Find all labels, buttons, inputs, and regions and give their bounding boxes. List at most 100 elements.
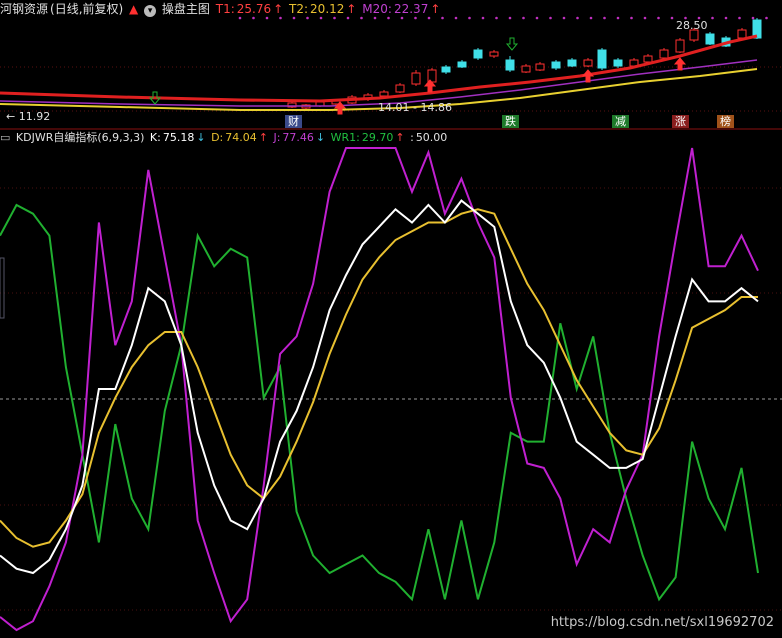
marker-tag[interactable]: 涨 [672, 115, 689, 128]
marker-tag[interactable]: 跌 [502, 115, 519, 128]
signal-dot [387, 16, 390, 20]
candle-body [489, 51, 499, 57]
candle-body [737, 29, 747, 39]
signal-dot [643, 16, 647, 20]
up-arrow-icon: ▲ [129, 2, 139, 16]
d-label: D: [211, 131, 224, 144]
marker-tag[interactable]: 榜 [717, 115, 734, 128]
main-indicator-label[interactable]: 操盘主图 [162, 2, 210, 16]
signal-dot [306, 16, 309, 20]
mid-value: 50.00 [415, 131, 448, 144]
signal-dot [765, 16, 768, 20]
candle-body [457, 61, 467, 68]
k-value: 75.18 [162, 131, 195, 144]
series-line-d [0, 208, 758, 548]
low-price-label: ← 11.92 [6, 110, 51, 123]
up-arrow-icon: ↑ [395, 131, 405, 144]
candle-body [473, 49, 483, 59]
low-price-value: 11.92 [18, 110, 51, 123]
k-label: K: [149, 131, 161, 144]
signal-dot [265, 16, 269, 20]
down-arrow-icon: ↓ [196, 131, 206, 144]
dropdown-icon[interactable]: ▭ [0, 131, 10, 144]
d-value: 74.04 [225, 131, 257, 144]
candle-body [613, 59, 623, 67]
indicator-series [0, 147, 759, 632]
candle-body [535, 63, 545, 71]
signal-dot [441, 16, 444, 20]
candle-body [567, 59, 577, 67]
candle-body [395, 84, 405, 93]
signal-dot [238, 16, 242, 20]
wr-value: 29.70 [361, 131, 394, 144]
settings-icon[interactable]: ▾ [144, 5, 157, 17]
signal-dot [549, 16, 552, 20]
candle-body [643, 55, 653, 63]
watermark: https://blog.csdn.net/sxl19692702 [550, 615, 774, 630]
candle-body [521, 65, 531, 73]
up-arrow-icon: ↑ [346, 2, 357, 16]
stock-title: 河钢资源 [0, 2, 49, 16]
candle-body [441, 66, 451, 73]
t2-value: 20.12 [310, 2, 345, 16]
ma-red-line [0, 34, 758, 103]
j-label: J: [273, 131, 281, 144]
signal-dot [670, 16, 674, 20]
signal-dot [454, 16, 458, 20]
up-arrow-icon: ↑ [430, 2, 441, 16]
t1-label: T1: [215, 2, 235, 16]
period-label: (日线,前复权) [50, 2, 124, 16]
signal-dot [603, 16, 606, 20]
j-value: 77.46 [282, 131, 314, 144]
indicator-name[interactable]: KDJWR自编指标(6,9,3,3) [16, 131, 145, 144]
signal-dot [346, 16, 350, 20]
signal-dot [414, 16, 417, 20]
candle-body [659, 49, 669, 59]
signal-dot [711, 16, 714, 20]
candle-body [705, 33, 715, 45]
candle-body [505, 59, 515, 71]
indicator-header: ▭ KDJWR自编指标(6,9,3,3) K: 75.18 ↓ D: 74.04 ↑ J… [0, 130, 449, 146]
main-header: 河钢资源 (日线,前复权) ▲ ▾ 操盘主图 T1: 25.76 ↑ T2: 20.12… [0, 1, 442, 17]
sell-arrow-icon [505, 37, 519, 51]
signal-dot [724, 16, 728, 20]
signal-dot [589, 16, 593, 20]
signal-dot [252, 16, 255, 20]
t1-value: 25.76 [236, 2, 272, 16]
signal-dot [468, 16, 471, 20]
signal-dot [751, 16, 755, 20]
up-arrow-icon: ↑ [258, 131, 268, 144]
signal-dot [333, 16, 336, 20]
signal-dot [373, 16, 377, 20]
signal-dot [360, 16, 363, 20]
m20-label: M20: [362, 2, 392, 16]
signal-dot [738, 16, 741, 20]
kdj-indicator-panel [0, 147, 782, 632]
signal-dot [535, 16, 539, 20]
high-price-label: 28.50 [676, 19, 708, 32]
signal-dot [495, 16, 498, 20]
marker-tag[interactable]: 财 [285, 115, 302, 128]
scroll-handle[interactable] [0, 257, 5, 319]
candle-body [551, 61, 561, 69]
signal-dot [657, 16, 660, 20]
mid-label: : [410, 131, 414, 144]
m20-value: 22.37 [393, 2, 429, 16]
signal-dot [292, 16, 296, 20]
signal-dot [576, 16, 579, 20]
signal-dot [279, 16, 282, 20]
up-arrow-icon: ↑ [273, 2, 284, 16]
candle-body [675, 39, 685, 53]
wr-label: WR1: [330, 131, 360, 144]
down-arrow-icon: ↓ [315, 131, 326, 144]
signal-dot [616, 16, 620, 20]
candle-body [379, 91, 389, 97]
signal-dot [508, 16, 512, 20]
candle-body [411, 72, 421, 85]
signal-dot [319, 16, 323, 20]
signal-dot [522, 16, 525, 20]
marker-tag[interactable]: 减 [612, 115, 629, 128]
signal-dot [427, 16, 431, 20]
signal-dot [481, 16, 485, 20]
signal-dot [400, 16, 404, 20]
